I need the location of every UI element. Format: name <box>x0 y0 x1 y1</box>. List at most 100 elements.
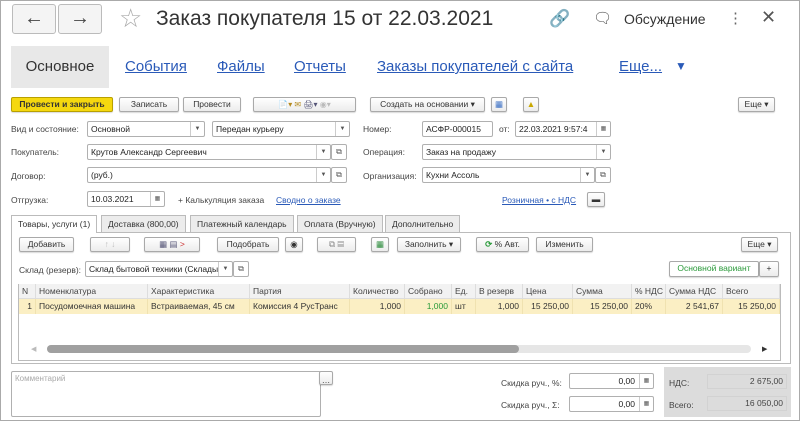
table-cell[interactable]: Комиссия 4 РусТранс <box>250 299 350 314</box>
calculator-icon[interactable]: ▦ <box>639 374 653 388</box>
tab-more[interactable]: Еще... <box>619 58 662 75</box>
table-more-button[interactable]: Еще ▾ <box>741 237 778 252</box>
change-button[interactable]: Изменить <box>536 237 593 252</box>
open-icon[interactable]: ⧉ <box>331 144 347 160</box>
column-header[interactable]: Количество <box>350 284 405 299</box>
column-header[interactable]: Сумма НДС <box>666 284 723 299</box>
tab-main[interactable]: Основное <box>11 46 109 88</box>
tab-events[interactable]: События <box>125 58 187 75</box>
summary-link[interactable]: Сводно о заказе <box>276 195 341 205</box>
post-button[interactable]: Провести <box>183 97 241 112</box>
column-header[interactable]: Всего <box>723 284 780 299</box>
tab-payment[interactable]: Оплата (Вручную) <box>297 215 383 232</box>
column-header[interactable]: Партия <box>250 284 350 299</box>
chevron-down-icon[interactable]: ▼ <box>316 168 330 182</box>
scroll-right-icon[interactable]: ▶ <box>762 345 767 353</box>
create-based-on-button[interactable]: Создать на основании ▾ <box>370 97 485 112</box>
link-icon[interactable]: 🔗 <box>549 9 570 29</box>
table-cell[interactable]: 1,000 <box>476 299 523 314</box>
discount-pct-field[interactable]: 0,00 ▦ <box>569 373 654 389</box>
copy-paste-button[interactable]: ⧉ ▤ <box>317 237 356 252</box>
table-cell[interactable]: 15 250,00 <box>523 299 573 314</box>
state-field[interactable]: Передан курьеру ▼ <box>212 121 350 137</box>
save-button[interactable]: Записать <box>119 97 179 112</box>
scrollbar-thumb[interactable] <box>47 345 519 353</box>
chevron-down-icon[interactable]: ▼ <box>580 168 594 182</box>
table-cell[interactable]: 15 250,00 <box>723 299 780 314</box>
chevron-down-icon[interactable]: ▼ <box>596 145 610 159</box>
column-header[interactable]: Ед. <box>452 284 476 299</box>
fill-button[interactable]: Заполнить ▾ <box>397 237 461 252</box>
post-and-close-button[interactable]: Провести и закрыть <box>11 97 113 112</box>
fill-table-icon[interactable]: ▦ <box>371 237 389 252</box>
tab-additional[interactable]: Дополнительно <box>385 215 461 232</box>
tab-goods[interactable]: Товары, услуги (1) <box>11 215 98 233</box>
column-header[interactable]: % НДС <box>632 284 666 299</box>
tab-site-orders[interactable]: Заказы покупателей с сайта <box>377 58 573 75</box>
more-menu-icon[interactable]: ⋮ <box>728 9 743 27</box>
tab-files[interactable]: Файлы <box>217 58 265 75</box>
scroll-left-icon[interactable]: ◀ <box>31 345 36 353</box>
operation-field[interactable]: Заказ на продажу ▼ <box>422 144 611 160</box>
discussion-button[interactable]: Обсуждение <box>624 11 706 27</box>
calc-link[interactable]: + Калькуляция заказа <box>178 195 264 205</box>
more-button[interactable]: Еще ▾ <box>738 97 775 112</box>
column-header[interactable]: В резерв <box>476 284 523 299</box>
table-cell[interactable]: Посудомоечная машина <box>36 299 148 314</box>
column-header[interactable]: Собрано <box>405 284 452 299</box>
discount-sum-field[interactable]: 0,00 ▦ <box>569 396 654 412</box>
column-header[interactable]: N <box>19 284 36 299</box>
auto-discount-button[interactable]: ⟳ % Авт. <box>476 237 529 252</box>
tab-reports[interactable]: Отчеты <box>294 58 346 75</box>
open-icon[interactable]: ⧉ <box>331 167 347 183</box>
document-actions-button[interactable]: 📄▾ ✉ 🖨▾ ◉▾ <box>253 97 356 112</box>
date-field[interactable]: 22.03.2021 9:57:4 ▦ <box>515 121 611 137</box>
move-up-down-button[interactable]: ↑ ↓ <box>90 237 130 252</box>
table-cell[interactable]: 15 250,00 <box>573 299 632 314</box>
discussion-icon[interactable]: 🗨 <box>593 9 612 27</box>
table-cell[interactable]: 20% <box>632 299 666 314</box>
payment-card-icon[interactable]: ▬ <box>587 192 605 207</box>
variant-button[interactable]: Основной вариант <box>669 261 759 277</box>
price-type-link[interactable]: Розничная • с НДС <box>502 195 576 205</box>
bell-icon[interactable]: ▲ <box>523 97 539 112</box>
table-cell[interactable]: 2 541,67 <box>666 299 723 314</box>
calculator-icon[interactable]: ▦ <box>639 397 653 411</box>
warehouse-field[interactable]: Склад бытовой техники (Склады ▼ <box>85 261 233 277</box>
chevron-down-icon[interactable]: ▼ <box>190 122 204 136</box>
table-cell[interactable]: Встраиваемая, 45 см <box>148 299 250 314</box>
table-cell[interactable]: 1,000 <box>350 299 405 314</box>
tab-payment-calendar[interactable]: Платежный календарь <box>190 215 294 232</box>
column-header[interactable]: Сумма <box>573 284 632 299</box>
back-button[interactable]: ← <box>12 4 56 34</box>
open-icon[interactable]: ⧉ <box>595 167 611 183</box>
forward-button[interactable]: → <box>58 4 102 34</box>
calendar-icon[interactable]: ▦ <box>596 122 610 136</box>
tab-delivery[interactable]: Доставка (800,00) <box>101 215 186 232</box>
state-kind-field[interactable]: Основной ▼ <box>87 121 205 137</box>
chevron-down-icon[interactable]: ▼ <box>335 122 349 136</box>
column-header[interactable]: Характеристика <box>148 284 250 299</box>
add-button[interactable]: Добавить <box>19 237 74 252</box>
chevron-down-icon[interactable]: ▼ <box>316 145 330 159</box>
buyer-field[interactable]: Крутов Александр Сергеевич ▼ <box>87 144 331 160</box>
chevron-down-icon[interactable]: ▼ <box>218 262 232 276</box>
comment-expand-button[interactable]: … <box>319 371 333 385</box>
horizontal-scrollbar[interactable] <box>47 345 751 353</box>
eye-icon[interactable]: ◉ <box>285 237 303 252</box>
column-header[interactable]: Цена <box>523 284 573 299</box>
shipment-field[interactable]: 10.03.2021 ▦ <box>87 191 165 207</box>
calendar-icon[interactable]: ▦ <box>150 192 164 206</box>
table-cell[interactable]: 1 <box>19 299 36 314</box>
close-icon[interactable]: ✕ <box>761 7 776 28</box>
favorite-star-icon[interactable]: ☆ <box>119 3 142 34</box>
tab-more-arrow-icon[interactable]: ▼ <box>675 59 687 73</box>
comment-field[interactable]: Комментарий <box>11 371 321 417</box>
column-header[interactable]: Номенклатура <box>36 284 148 299</box>
open-icon[interactable]: ⧉ <box>233 261 249 277</box>
number-field[interactable]: АСФР-000015 <box>422 121 493 137</box>
table-cell[interactable]: шт <box>452 299 476 314</box>
table-cell[interactable]: 1,000 <box>405 299 452 314</box>
pick-button[interactable]: Подобрать <box>217 237 279 252</box>
contract-field[interactable]: (руб.) ▼ <box>87 167 331 183</box>
